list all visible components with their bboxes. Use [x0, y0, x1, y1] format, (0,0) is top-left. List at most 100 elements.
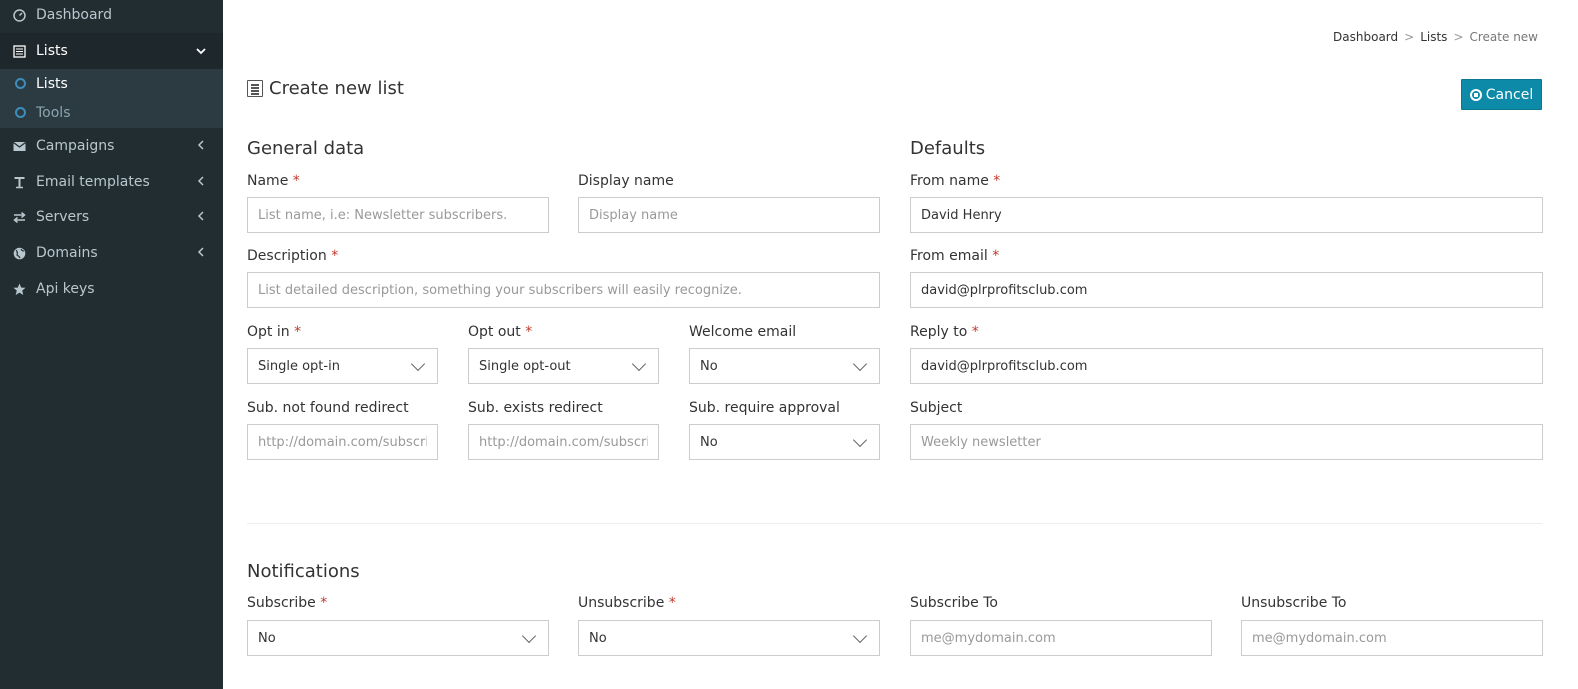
- sub-not-found-redirect-input[interactable]: [247, 424, 438, 460]
- defaults-title: Defaults: [910, 138, 986, 159]
- reply-to-input[interactable]: [910, 348, 1543, 384]
- subscribe-select[interactable]: No: [247, 620, 549, 656]
- circle-icon: [15, 107, 26, 118]
- subject-label: Subject: [910, 400, 963, 416]
- sidebar-item-label: Campaigns: [36, 138, 115, 154]
- required-mark: *: [993, 173, 1001, 189]
- sidebar-item-campaigns[interactable]: Campaigns: [0, 128, 223, 164]
- sidebar-item-label: Api keys: [36, 281, 95, 297]
- chevron-down-icon: [852, 628, 868, 643]
- breadcrumb-item-dashboard[interactable]: Dashboard: [1333, 30, 1398, 44]
- unsubscribe-label-text: Unsubscribe: [578, 595, 665, 611]
- unsubscribe-to-label: Unsubscribe To: [1241, 595, 1347, 611]
- sidebar-item-api-keys[interactable]: Api keys: [0, 271, 223, 307]
- reply-to-label: Reply to *: [910, 324, 979, 340]
- sidebar-item-domains[interactable]: Domains: [0, 235, 223, 271]
- opt-out-value: Single opt-out: [479, 358, 571, 374]
- welcome-email-value: No: [700, 358, 718, 374]
- description-label: Description *: [247, 248, 338, 264]
- opt-out-select[interactable]: Single opt-out: [468, 348, 659, 384]
- sub-not-found-redirect-label: Sub. not found redirect: [247, 400, 409, 416]
- subject-input[interactable]: [910, 424, 1543, 460]
- sidebar-subitem-label: Tools: [36, 104, 71, 121]
- required-mark: *: [294, 324, 302, 340]
- sub-require-approval-value: No: [700, 434, 718, 450]
- from-name-input[interactable]: [910, 197, 1543, 233]
- cancel-button-label: Cancel: [1485, 86, 1534, 103]
- sidebar-subitem-lists[interactable]: Lists: [0, 69, 223, 98]
- name-input[interactable]: [247, 197, 549, 233]
- required-mark: *: [668, 595, 676, 611]
- from-name-label: From name *: [910, 173, 1000, 189]
- required-mark: *: [331, 248, 339, 264]
- required-mark: *: [525, 324, 533, 340]
- sub-require-approval-label: Sub. require approval: [689, 400, 840, 416]
- circle-icon: [15, 78, 26, 89]
- chevron-down-icon: [521, 628, 537, 643]
- main-content: Dashboard > Lists > Create new Create ne…: [223, 0, 1578, 689]
- from-email-input[interactable]: [910, 272, 1543, 308]
- welcome-email-label: Welcome email: [689, 324, 797, 340]
- name-label-text: Name: [247, 173, 289, 189]
- unsubscribe-value: No: [589, 630, 607, 646]
- opt-in-label-text: Opt in: [247, 324, 290, 340]
- breadcrumb-separator: >: [1404, 30, 1415, 44]
- unsubscribe-to-input[interactable]: [1241, 620, 1543, 656]
- display-name-label: Display name: [578, 173, 674, 189]
- list-icon: [12, 44, 26, 58]
- star-icon: [12, 282, 26, 296]
- cancel-button[interactable]: Cancel: [1461, 79, 1542, 110]
- breadcrumb-separator: >: [1453, 30, 1464, 44]
- reply-to-label-text: Reply to: [910, 324, 968, 340]
- sub-require-approval-select[interactable]: No: [689, 424, 880, 460]
- chevron-down-icon: [852, 432, 868, 447]
- envelope-icon: [12, 139, 26, 153]
- sidebar-item-servers[interactable]: Servers: [0, 199, 223, 235]
- required-mark: *: [971, 324, 979, 340]
- stop-circle-icon: [1469, 88, 1482, 101]
- subscribe-value: No: [258, 630, 276, 646]
- exchange-icon: [12, 210, 26, 224]
- breadcrumb-item-lists[interactable]: Lists: [1420, 30, 1447, 44]
- from-name-label-text: From name: [910, 173, 989, 189]
- breadcrumb: Dashboard > Lists > Create new: [1333, 30, 1538, 44]
- sub-exists-redirect-input[interactable]: [468, 424, 659, 460]
- sidebar-item-label: Domains: [36, 245, 98, 261]
- sidebar-subnav: Lists Tools: [0, 69, 223, 128]
- sidebar-subitem-tools[interactable]: Tools: [0, 98, 223, 127]
- opt-in-value: Single opt-in: [258, 358, 340, 374]
- chevron-left-icon: [191, 210, 211, 224]
- required-mark: *: [320, 595, 328, 611]
- description-label-text: Description: [247, 248, 327, 264]
- sidebar-item-label: Servers: [36, 209, 90, 225]
- welcome-email-select[interactable]: No: [689, 348, 880, 384]
- chevron-down-icon: [631, 356, 647, 371]
- chevron-left-icon: [191, 139, 211, 153]
- unsubscribe-label: Unsubscribe *: [578, 595, 676, 611]
- chevron-down-icon: [410, 356, 426, 371]
- chevron-left-icon: [191, 246, 211, 260]
- sidebar-item-label: Lists: [36, 43, 68, 59]
- chevron-left-icon: [191, 175, 211, 189]
- sidebar-item-label: Email templates: [36, 174, 150, 190]
- globe-icon: [12, 246, 26, 260]
- sidebar-item-dashboard[interactable]: Dashboard: [0, 0, 223, 33]
- notifications-title: Notifications: [247, 561, 360, 582]
- page-title: Create new list: [247, 78, 404, 99]
- display-name-input[interactable]: [578, 197, 880, 233]
- breadcrumb-item-current: Create new: [1469, 30, 1539, 44]
- sidebar-item-email-templates[interactable]: Email templates: [0, 164, 223, 200]
- dashboard-icon: [12, 8, 26, 22]
- subscribe-to-input[interactable]: [910, 620, 1212, 656]
- general-data-title: General data: [247, 138, 365, 159]
- page-title-text: Create new list: [269, 78, 404, 99]
- opt-out-label-text: Opt out: [468, 324, 521, 340]
- required-mark: *: [292, 173, 300, 189]
- from-email-label-text: From email: [910, 248, 988, 264]
- opt-in-select[interactable]: Single opt-in: [247, 348, 438, 384]
- sidebar-item-lists[interactable]: Lists: [0, 33, 223, 69]
- unsubscribe-select[interactable]: No: [578, 620, 880, 656]
- sub-exists-redirect-label: Sub. exists redirect: [468, 400, 603, 416]
- description-input[interactable]: [247, 272, 880, 308]
- list-icon: [247, 80, 263, 97]
